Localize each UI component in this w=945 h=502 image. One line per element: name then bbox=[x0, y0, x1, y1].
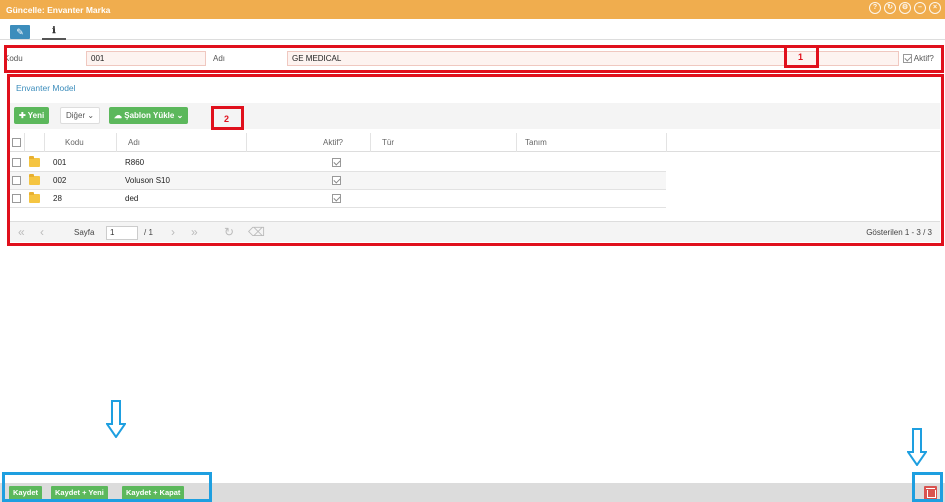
plus-icon: ✚ bbox=[19, 111, 28, 120]
cell-aktif-checkbox bbox=[332, 194, 341, 203]
table-row[interactable]: 001 R860 bbox=[10, 154, 666, 172]
window-titlebar: Güncelle: Envanter Marka ? ↻ ⚙ – × bbox=[0, 0, 945, 19]
grid-toolbar: ✚ Yeni Diğer ⌄ ☁ Şablon Yükle ⌄ bbox=[10, 103, 940, 129]
row-checkbox[interactable] bbox=[12, 176, 21, 185]
edit-folder-icon[interactable] bbox=[29, 192, 40, 203]
column-header-tanim[interactable]: Tanım bbox=[525, 138, 547, 147]
settings-icon[interactable]: ⚙ bbox=[899, 2, 911, 14]
refresh-grid-icon[interactable]: ↻ bbox=[224, 225, 234, 239]
table-row[interactable]: 28 ded bbox=[10, 190, 666, 208]
cell-adi: R860 bbox=[125, 158, 145, 167]
refresh-icon[interactable]: ↻ bbox=[884, 2, 896, 14]
cell-aktif-checkbox bbox=[332, 176, 341, 185]
col-divider bbox=[370, 133, 371, 152]
window-title: Güncelle: Envanter Marka bbox=[6, 4, 111, 15]
tab-info[interactable]: ℹ bbox=[42, 23, 66, 40]
other-dropdown-button[interactable]: Diğer ⌄ bbox=[60, 107, 101, 124]
table-row[interactable]: 002 Voluson S10 bbox=[10, 172, 666, 190]
first-page-icon[interactable]: « bbox=[18, 225, 25, 239]
grid-header: Kodu Adı Aktif? Tür Tanım bbox=[10, 133, 940, 152]
prev-page-icon[interactable]: ‹ bbox=[40, 225, 44, 239]
minimize-icon[interactable]: – bbox=[914, 2, 926, 14]
col-divider bbox=[246, 133, 247, 152]
help-icon[interactable]: ? bbox=[869, 2, 881, 14]
cell-kodu: 28 bbox=[53, 194, 62, 203]
template-load-button[interactable]: ☁ Şablon Yükle ⌄ bbox=[109, 107, 189, 124]
row-checkbox[interactable] bbox=[12, 158, 21, 167]
col-divider bbox=[24, 133, 25, 152]
column-header-kodu[interactable]: Kodu bbox=[65, 138, 84, 147]
row-checkbox[interactable] bbox=[12, 194, 21, 203]
page-total: / 1 bbox=[144, 228, 153, 237]
cell-kodu: 001 bbox=[53, 158, 67, 167]
tab-strip: ✎ ℹ bbox=[0, 19, 945, 40]
col-divider bbox=[116, 133, 117, 152]
select-all-checkbox[interactable] bbox=[12, 138, 21, 147]
annotation-blue-box-left bbox=[2, 472, 212, 502]
next-page-icon[interactable]: › bbox=[171, 225, 175, 239]
annotation-number-1: 1 bbox=[798, 52, 804, 62]
other-button-label: Diğer bbox=[66, 111, 86, 120]
column-header-adi[interactable]: Adı bbox=[128, 138, 140, 147]
annotation-arrow-left bbox=[106, 400, 126, 438]
new-button[interactable]: ✚ Yeni bbox=[14, 107, 50, 124]
column-header-tur[interactable]: Tür bbox=[382, 138, 394, 147]
tab-edit[interactable]: ✎ bbox=[10, 25, 30, 39]
cell-adi: Voluson S10 bbox=[125, 176, 170, 185]
annotation-blue-box-right bbox=[912, 472, 943, 502]
grid-pager: « ‹ Sayfa 1 / 1 › » ↻ ⌫ Gösterilen 1 - 3… bbox=[10, 221, 940, 242]
col-divider bbox=[516, 133, 517, 152]
cell-adi: ded bbox=[125, 194, 139, 203]
info-icon: ℹ bbox=[52, 25, 56, 35]
cell-aktif-checkbox bbox=[332, 158, 341, 167]
page-input[interactable]: 1 bbox=[106, 226, 138, 240]
page-label: Sayfa bbox=[74, 228, 95, 237]
column-header-aktif[interactable]: Aktif? bbox=[323, 138, 343, 147]
annotation-arrow-right bbox=[907, 428, 927, 466]
new-button-label: Yeni bbox=[27, 111, 45, 120]
section-title: Envanter Model bbox=[16, 83, 76, 93]
close-icon[interactable]: × bbox=[929, 2, 941, 14]
annotation-number-2: 2 bbox=[224, 114, 230, 124]
cell-kodu: 002 bbox=[53, 176, 67, 185]
window-controls: ? ↻ ⚙ – × bbox=[869, 2, 941, 14]
col-divider bbox=[666, 133, 667, 152]
last-page-icon[interactable]: » bbox=[191, 225, 198, 239]
cloud-upload-icon: ☁ bbox=[114, 111, 125, 120]
edit-folder-icon[interactable] bbox=[29, 156, 40, 167]
pager-summary: Gösterilen 1 - 3 / 3 bbox=[866, 228, 932, 237]
clear-filter-icon[interactable]: ⌫ bbox=[248, 225, 265, 239]
edit-icon: ✎ bbox=[16, 27, 24, 37]
edit-folder-icon[interactable] bbox=[29, 174, 40, 185]
chevron-down-icon: ⌄ bbox=[176, 111, 184, 120]
template-button-label: Şablon Yükle bbox=[124, 111, 175, 120]
chevron-down-icon: ⌄ bbox=[87, 111, 95, 120]
col-divider bbox=[44, 133, 45, 152]
